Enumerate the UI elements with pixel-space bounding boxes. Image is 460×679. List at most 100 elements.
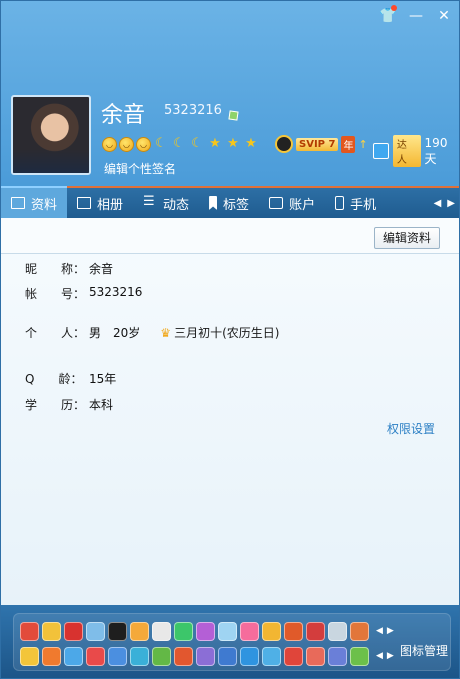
tab-label: 资料 (31, 197, 58, 213)
service-icon[interactable] (174, 622, 193, 641)
qq-number: 5323216 (164, 103, 222, 118)
service-icon[interactable] (130, 622, 149, 641)
service-icon[interactable] (108, 622, 127, 641)
tab-profile[interactable]: 资料 (1, 186, 68, 218)
service-icon[interactable] (174, 647, 193, 666)
permission-settings-link[interactable]: 权限设置 (387, 420, 435, 437)
phone-icon (335, 196, 345, 210)
tab-account[interactable]: 账户 (259, 188, 325, 218)
crown-icon: ♛ (160, 325, 172, 340)
birthday-value: 三月初十(农历生日) (174, 326, 280, 340)
sun-level-icon: ◡ (102, 136, 117, 152)
tab-tags[interactable]: 标签 (199, 188, 259, 218)
service-icon[interactable] (64, 647, 83, 666)
svip-badge[interactable]: SVIP 7 年 ↑ (275, 135, 368, 153)
sun-level-icon: ◡ (119, 136, 134, 152)
service-icon[interactable] (218, 622, 237, 641)
service-icon[interactable] (328, 647, 347, 666)
service-icon[interactable] (42, 622, 61, 641)
edit-profile-button[interactable]: 编辑资料 (373, 227, 440, 249)
service-icon[interactable] (306, 647, 325, 666)
id-card-icon (11, 197, 25, 209)
svip-year: 年 (341, 135, 356, 153)
moon-level-icon: ☾ (173, 136, 185, 151)
service-icon[interactable] (306, 622, 325, 641)
profile-name: 余音 (101, 103, 146, 128)
service-icons-row-2 (20, 647, 369, 666)
qage-label: Q 龄： (25, 372, 83, 386)
service-icon[interactable] (240, 647, 259, 666)
moon-level-icon: ☾ (191, 136, 203, 151)
chevron-left-icon[interactable]: ◀ (376, 626, 383, 636)
moon-level-icon: ☾ (155, 136, 167, 151)
education-label: 学 历： (25, 398, 86, 412)
tab-label: 手机 (350, 197, 377, 213)
tab-phone[interactable]: 手机 (325, 188, 386, 218)
service-icon[interactable] (64, 622, 83, 641)
tab-label: 账户 (289, 197, 316, 213)
qage-value: 15年 (89, 372, 117, 386)
chevron-right-icon[interactable]: ▶ (447, 198, 455, 209)
window-controls: 👕 — ✕ (379, 5, 453, 25)
service-icon[interactable] (218, 647, 237, 666)
service-icon[interactable] (328, 622, 347, 641)
close-icon[interactable]: ✕ (435, 7, 453, 25)
avatar-shade (13, 148, 89, 173)
service-icon[interactable] (130, 647, 149, 666)
service-icons-panel: ◀ ▶ ◀ ▶ 图标管理 (13, 613, 451, 671)
expert-icon (373, 143, 389, 159)
service-icon[interactable] (152, 622, 171, 641)
level-icons[interactable]: ◡ ◡ ◡ ☾ ☾ ☾ ★ ★ ★ (102, 136, 259, 152)
service-icon[interactable] (262, 622, 281, 641)
gender-value: 男 (89, 326, 102, 340)
account-row: 帐 号： 5323216 (25, 285, 142, 302)
notification-dot (391, 5, 397, 11)
chevron-right-icon[interactable]: ▶ (387, 651, 394, 661)
service-icon[interactable] (86, 622, 105, 641)
service-icon[interactable] (196, 622, 215, 641)
service-icon[interactable] (350, 647, 369, 666)
chevron-left-icon[interactable]: ◀ (434, 198, 442, 209)
star-level-icon: ★ (209, 136, 221, 151)
expert-label: 达人 (392, 135, 421, 167)
tab-feed[interactable]: 动态 (133, 188, 199, 218)
service-icon[interactable] (108, 647, 127, 666)
pretty-number-icon[interactable] (228, 110, 239, 121)
service-icon[interactable] (20, 622, 39, 641)
tab-bar: 资料 相册 动态 标签 账户 手机 ◀ ▶ (1, 186, 459, 218)
nickname-value: 余音 (89, 262, 114, 276)
service-icon[interactable] (86, 647, 105, 666)
service-icon[interactable] (350, 622, 369, 641)
star-level-icon: ★ (227, 136, 239, 151)
service-icon[interactable] (42, 647, 61, 666)
briefcase-icon (269, 197, 284, 209)
chevron-right-icon[interactable]: ▶ (387, 626, 394, 636)
star-level-icon: ★ (245, 136, 257, 151)
expert-badge[interactable]: 达人 190天 (373, 135, 459, 167)
icon-management-button[interactable]: 图标管理 (400, 642, 448, 659)
service-icon[interactable] (20, 647, 39, 666)
tab-label: 标签 (223, 197, 250, 213)
minimize-icon[interactable]: — (407, 7, 425, 25)
service-icons-bar: ◀ ▶ ◀ ▶ 图标管理 (1, 605, 459, 678)
service-icon[interactable] (284, 647, 303, 666)
age-value: 20岁 (113, 326, 141, 340)
service-icon[interactable] (152, 647, 171, 666)
qage-row: Q 龄： 15年 (25, 370, 116, 387)
service-icon[interactable] (240, 622, 259, 641)
arrow-up-icon: ↑ (358, 137, 368, 151)
signature-edit[interactable]: 编辑个性签名 (104, 160, 176, 177)
avatar[interactable] (11, 95, 91, 175)
svip-level: SVIP 7 (296, 137, 339, 151)
shirt-icon[interactable]: 👕 (379, 5, 397, 25)
nickname-row: 昵 称： 余音 (25, 260, 113, 277)
service-icon[interactable] (196, 647, 215, 666)
tab-label: 相册 (97, 197, 124, 213)
service-icon[interactable] (284, 622, 303, 641)
tab-album[interactable]: 相册 (67, 188, 133, 218)
education-row: 学 历： 本科 (25, 396, 113, 413)
service-icon[interactable] (262, 647, 281, 666)
service-icons-row-1 (20, 622, 369, 641)
chevron-left-icon[interactable]: ◀ (376, 651, 383, 661)
birthday: ♛ 三月初十(农历生日) (160, 324, 279, 341)
